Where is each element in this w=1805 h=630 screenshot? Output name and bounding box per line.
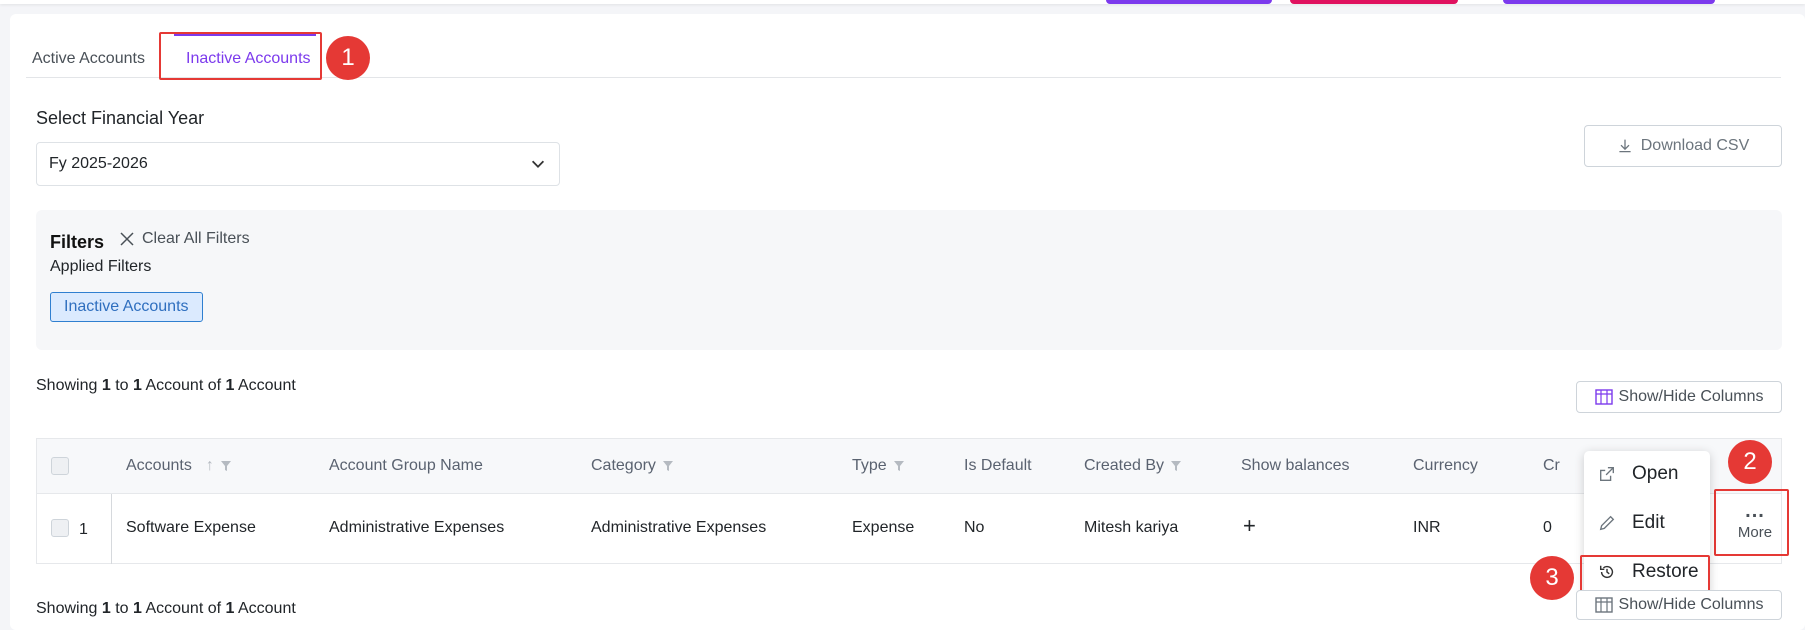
filter-icon[interactable] <box>662 460 674 472</box>
menu-item-edit[interactable]: Edit <box>1584 500 1710 546</box>
result-summary-top: Showing 1 to 1 Account of 1 Account <box>36 377 296 395</box>
menu-item-open[interactable]: Open <box>1584 451 1710 497</box>
cell-category: Administrative Expenses <box>591 519 767 536</box>
summary-unit2: Account <box>237 600 296 617</box>
top-toolbar <box>0 0 1805 4</box>
col-created-by[interactable]: Created By <box>1084 457 1182 475</box>
cell-created-by: Mitesh kariya <box>1084 519 1179 536</box>
summary-from: 1 <box>101 600 111 617</box>
cell-type: Expense <box>852 519 915 536</box>
summary-to: 1 <box>132 377 142 394</box>
col-accounts[interactable]: Accounts ↑ <box>126 457 232 475</box>
close-icon <box>120 232 134 246</box>
col-account-group: Account Group Name <box>329 457 483 474</box>
tab-active-accounts[interactable]: Active Accounts <box>32 50 145 68</box>
show-hide-columns-label: Show/Hide Columns <box>1618 388 1764 405</box>
external-link-icon <box>1600 467 1614 481</box>
col-show-balances: Show balances <box>1241 457 1350 474</box>
financial-year-select[interactable]: Fy 2025-2026 <box>36 142 560 186</box>
col-type-label: Type <box>852 457 887 474</box>
summary-unit2: Account <box>237 377 296 394</box>
filter-icon[interactable] <box>220 460 232 472</box>
download-icon <box>1619 139 1631 153</box>
annotation-number-2: 2 <box>1728 440 1772 484</box>
filters-title: Filters <box>50 232 105 252</box>
col-currency: Currency <box>1413 457 1478 474</box>
annotation-box-1 <box>159 32 322 80</box>
sort-arrow-up-icon[interactable]: ↑ <box>206 457 214 475</box>
summary-unit: Account <box>145 377 204 394</box>
show-hide-columns-button[interactable]: Show/Hide Columns <box>1576 381 1782 413</box>
col-created-by-label: Created By <box>1084 457 1165 474</box>
show-balances-plus-button[interactable]: + <box>1243 513 1256 539</box>
result-summary-bottom: Showing 1 to 1 Account of 1 Account <box>36 600 296 618</box>
summary-to-word: to <box>115 377 129 394</box>
cell-account[interactable]: Software Expense <box>126 519 256 537</box>
row-divider <box>111 494 112 564</box>
summary-unit: Account <box>145 600 204 617</box>
summary-to: 1 <box>132 600 142 617</box>
financial-year-label: Select Financial Year <box>36 108 205 128</box>
download-csv-label: Download CSV <box>1640 137 1750 154</box>
summary-prefix: Showing <box>36 600 98 617</box>
show-hide-columns-label: Show/Hide Columns <box>1618 596 1764 613</box>
col-category[interactable]: Category <box>591 457 674 475</box>
col-type[interactable]: Type <box>852 457 905 475</box>
summary-of-word: of <box>207 377 222 394</box>
summary-total: 1 <box>225 600 235 617</box>
filters-panel: Filters Clear All Filters Applied Filter… <box>36 210 1782 350</box>
financial-year-value: Fy 2025-2026 <box>49 155 148 172</box>
summary-total: 1 <box>225 377 235 394</box>
top-action-button-1[interactable] <box>1106 0 1272 4</box>
filter-chip-inactive-accounts[interactable]: Inactive Accounts <box>50 292 203 322</box>
menu-item-open-label: Open <box>1632 463 1679 484</box>
col-is-default: Is Default <box>964 457 1032 474</box>
page: Active Accounts Inactive Accounts 1 Sele… <box>0 0 1805 630</box>
top-action-button-3[interactable] <box>1503 0 1715 4</box>
summary-from: 1 <box>101 377 111 394</box>
col-accounts-label: Accounts <box>126 457 192 474</box>
col-category-label: Category <box>591 457 656 474</box>
menu-item-edit-label: Edit <box>1632 512 1665 533</box>
filter-icon[interactable] <box>1170 460 1182 472</box>
cell-currency: INR <box>1413 519 1441 536</box>
download-csv-button[interactable]: Download CSV <box>1584 125 1782 167</box>
table-header: Accounts ↑ Account Group Name Category T… <box>37 439 1781 494</box>
cell-account-group: Administrative Expenses <box>329 519 505 536</box>
annotation-number-1: 1 <box>326 36 370 80</box>
pencil-icon <box>1599 515 1615 531</box>
row-index: 1 <box>79 521 88 538</box>
columns-icon <box>1594 597 1613 613</box>
clear-all-filters-button[interactable]: Clear All Filters <box>120 230 250 248</box>
show-hide-columns-button-bottom[interactable]: Show/Hide Columns <box>1576 590 1782 620</box>
chevron-down-icon <box>531 160 545 168</box>
col-cr: Cr <box>1543 457 1560 474</box>
columns-icon <box>1594 389 1613 405</box>
row-checkbox[interactable] <box>51 519 69 537</box>
top-action-button-2[interactable] <box>1290 0 1458 4</box>
select-all-checkbox[interactable] <box>51 457 69 475</box>
summary-to-word: to <box>115 600 129 617</box>
accounts-table: Accounts ↑ Account Group Name Category T… <box>36 438 1782 564</box>
cell-cr: 0 <box>1543 519 1552 536</box>
clear-all-filters-label: Clear All Filters <box>142 230 250 247</box>
cell-is-default: No <box>964 519 985 536</box>
applied-filters-label: Applied Filters <box>50 258 152 275</box>
filter-icon[interactable] <box>893 460 905 472</box>
summary-prefix: Showing <box>36 377 98 394</box>
annotation-box-2 <box>1714 489 1789 556</box>
summary-of-word: of <box>207 600 222 617</box>
annotation-number-3: 3 <box>1530 556 1574 600</box>
